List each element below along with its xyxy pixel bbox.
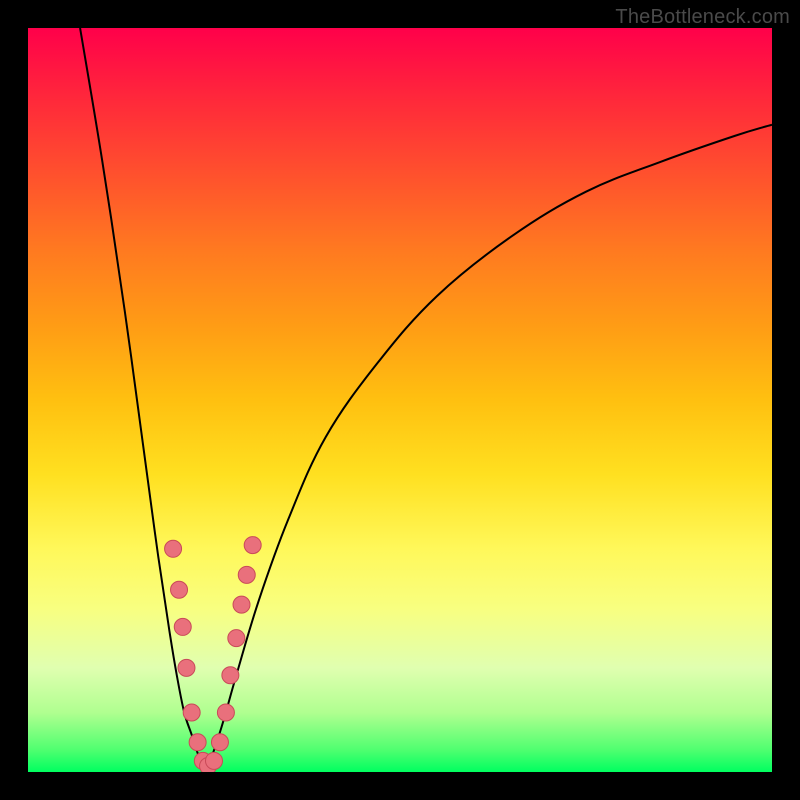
- data-point: [244, 537, 261, 554]
- data-point: [171, 581, 188, 598]
- data-point: [228, 630, 245, 647]
- plot-area: [28, 28, 772, 772]
- data-point: [189, 734, 206, 751]
- dots-group: [165, 537, 262, 772]
- data-point: [233, 596, 250, 613]
- data-point: [238, 566, 255, 583]
- data-point: [174, 618, 191, 635]
- data-point: [183, 704, 200, 721]
- data-point: [217, 704, 234, 721]
- right-curve: [207, 125, 772, 772]
- chart-svg: [28, 28, 772, 772]
- data-point: [211, 734, 228, 751]
- chart-frame: TheBottleneck.com: [0, 0, 800, 800]
- data-point: [178, 659, 195, 676]
- data-point: [206, 752, 223, 769]
- data-point: [165, 540, 182, 557]
- watermark-text: TheBottleneck.com: [615, 6, 790, 29]
- data-point: [222, 667, 239, 684]
